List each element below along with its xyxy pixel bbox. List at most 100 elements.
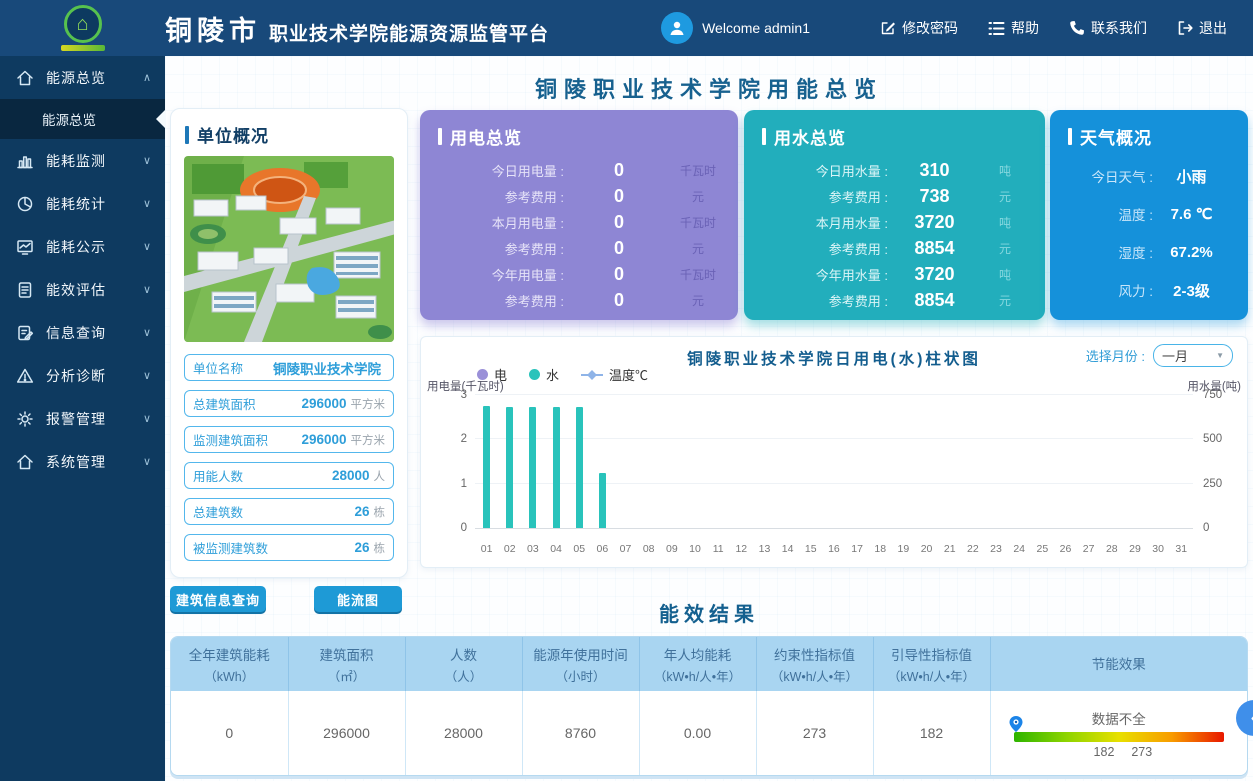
water-bar-day-02[interactable] bbox=[506, 407, 513, 528]
sidebar-subitem[interactable]: 能源总览 bbox=[0, 99, 165, 139]
field-unit: 平方米 bbox=[351, 396, 386, 412]
row-unit: 元 bbox=[981, 292, 1029, 309]
chevron-down-icon: ∨ bbox=[143, 283, 151, 296]
x-axis-label: 07 bbox=[614, 543, 637, 555]
water-bar-day-05[interactable] bbox=[576, 407, 583, 528]
row-unit: 元 bbox=[981, 240, 1029, 257]
x-axis-label: 28 bbox=[1100, 543, 1123, 555]
header-unit: （kW•h/人•年） bbox=[876, 666, 988, 685]
header-action-label: 联系我们 bbox=[1091, 18, 1147, 38]
month-select[interactable]: 一月 ▼ bbox=[1153, 344, 1233, 367]
header-name: 节能效果 bbox=[993, 653, 1246, 673]
sidebar-item-0[interactable]: 能源总览∧ bbox=[0, 56, 165, 99]
header-action-2[interactable]: 联系我们 bbox=[1069, 18, 1147, 38]
document-icon bbox=[16, 281, 36, 299]
unit-overview-panel: 单位概况 bbox=[170, 108, 408, 578]
unit-fields: 单位名称 铜陵职业技术学院 总建筑面积 296000 平方米监测建筑面积 296… bbox=[171, 342, 407, 561]
field-value: 铜陵职业技术学院 bbox=[273, 358, 381, 378]
row-label: 参考费用 : bbox=[436, 239, 564, 258]
table-cell: 182 bbox=[873, 691, 990, 775]
row-value: 3720 bbox=[888, 264, 981, 285]
table-header-cell: 人数 （人） bbox=[405, 637, 522, 691]
effect-status-text: 数据不全 bbox=[1014, 708, 1224, 728]
water-bar-day-01[interactable] bbox=[483, 406, 490, 528]
header-name: 人数 bbox=[408, 644, 520, 664]
sidebar-item-label: 能源总览 bbox=[46, 68, 143, 88]
overview-row: 今年用电量 : 0 千瓦时 bbox=[420, 261, 738, 287]
overview-row: 本月用电量 : 0 千瓦时 bbox=[420, 209, 738, 235]
water-bar-day-04[interactable] bbox=[553, 407, 560, 528]
effect-scale-max: 273 bbox=[1131, 745, 1152, 759]
bar-chart-icon bbox=[16, 152, 36, 170]
x-axis-label: 05 bbox=[568, 543, 591, 555]
table-header-cell: 全年建筑能耗（kWh） bbox=[171, 637, 288, 691]
x-axis-label: 24 bbox=[1008, 543, 1031, 555]
left-axis-tick: 1 bbox=[461, 478, 467, 490]
sidebar-item-label: 能耗统计 bbox=[46, 194, 143, 214]
edit-password-icon bbox=[880, 20, 896, 36]
row-label: 本月用电量 : bbox=[436, 213, 564, 232]
x-axis-label: 20 bbox=[915, 543, 938, 555]
table-data-row: 0 296000 28000 8760 0.00 273 182 数据不全 bbox=[171, 691, 1247, 775]
unit-info-field: 单位名称 铜陵职业技术学院 bbox=[184, 354, 394, 381]
header-unit: （小时） bbox=[525, 666, 637, 685]
table-header-cell: 年人均能耗（kW•h/人•年） bbox=[639, 637, 756, 691]
sidebar-item-label: 能耗监测 bbox=[46, 151, 143, 171]
sidebar-item-3[interactable]: 能耗公示∨ bbox=[0, 225, 165, 268]
weather-row: 今日天气 : 小雨 bbox=[1050, 157, 1248, 195]
header-unit: （人） bbox=[408, 666, 520, 685]
sidebar-item-2[interactable]: 能耗统计∨ bbox=[0, 182, 165, 225]
chevron-down-icon: ∨ bbox=[143, 455, 151, 468]
app-root: ⌂ 铜陵市 职业技术学院能源资源监管平台 Welcome admin1 修改密码… bbox=[0, 0, 1253, 781]
title-bar-accent bbox=[762, 128, 766, 145]
sidebar-item-label: 报警管理 bbox=[46, 409, 143, 429]
logo: ⌂ bbox=[0, 5, 165, 51]
x-axis-label: 14 bbox=[776, 543, 799, 555]
unit-info-field: 总建筑面积 296000 平方米 bbox=[184, 390, 394, 417]
energy-result-title: 能效结果 bbox=[165, 598, 1253, 627]
header-action-1[interactable]: 帮助 bbox=[988, 18, 1039, 38]
row-value: 2-3级 bbox=[1153, 280, 1230, 301]
legend-item[interactable]: 水 bbox=[529, 365, 559, 384]
row-value: 7.6 ℃ bbox=[1153, 205, 1230, 223]
legend-item[interactable]: 温度℃ bbox=[581, 365, 648, 384]
platform-title: 铜陵市 职业技术学院能源资源监管平台 bbox=[165, 9, 549, 48]
welcome-user: Welcome admin1 bbox=[661, 12, 810, 44]
row-label: 今年用电量 : bbox=[436, 265, 564, 284]
table-cell: 0 bbox=[171, 691, 288, 775]
table-header-cell: 能源年使用时间（小时） bbox=[522, 637, 639, 691]
sidebar-item-4[interactable]: 能效评估∨ bbox=[0, 268, 165, 311]
month-select-value: 一月 bbox=[1162, 346, 1188, 365]
sidebar-item-5[interactable]: 信息查询∨ bbox=[0, 311, 165, 354]
title-bar-accent bbox=[185, 126, 189, 144]
unit-info-field: 被监测建筑数 26 栋 bbox=[184, 534, 394, 561]
sidebar-item-7[interactable]: 报警管理∨ bbox=[0, 397, 165, 440]
header-name: 全年建筑能耗 bbox=[173, 644, 286, 664]
sidebar-menu: 能源总览∧能源总览能耗监测∨能耗统计∨能耗公示∨能效评估∨信息查询∨分析诊断∨报… bbox=[0, 56, 165, 781]
table-header-cell: 引导性指标值（kW•h/人•年） bbox=[873, 637, 990, 691]
chevron-up-icon: ∧ bbox=[143, 71, 151, 84]
water-bar-day-06[interactable] bbox=[599, 473, 606, 528]
sidebar-item-label: 信息查询 bbox=[46, 323, 143, 343]
header-unit: （㎡） bbox=[291, 666, 403, 685]
field-value: 296000 bbox=[301, 432, 346, 447]
table-header-cell: 约束性指标值（kW•h/人•年） bbox=[756, 637, 873, 691]
water-panel-title: 用水总览 bbox=[774, 124, 846, 149]
user-avatar-icon[interactable] bbox=[661, 12, 693, 44]
overview-row: 本月用水量 : 3720 吨 bbox=[744, 209, 1045, 235]
row-unit: 元 bbox=[674, 188, 722, 205]
right-axis-tick: 0 bbox=[1203, 522, 1209, 534]
row-value: 0 bbox=[564, 160, 674, 181]
header-action-0[interactable]: 修改密码 bbox=[880, 18, 958, 38]
water-bar-day-03[interactable] bbox=[529, 407, 536, 528]
chevron-down-icon: ∨ bbox=[143, 412, 151, 425]
sidebar-item-6[interactable]: 分析诊断∨ bbox=[0, 354, 165, 397]
page-title: 铜陵职业技术学院用能总览 bbox=[165, 72, 1253, 104]
field-unit: 栋 bbox=[374, 540, 386, 556]
x-axis-label: 31 bbox=[1170, 543, 1193, 555]
field-label: 用能人数 bbox=[193, 466, 243, 485]
header-action-3[interactable]: 退出 bbox=[1177, 18, 1227, 38]
sidebar-item-8[interactable]: 系统管理∨ bbox=[0, 440, 165, 483]
sidebar-item-1[interactable]: 能耗监测∨ bbox=[0, 139, 165, 182]
table-cell: 8760 bbox=[522, 691, 639, 775]
